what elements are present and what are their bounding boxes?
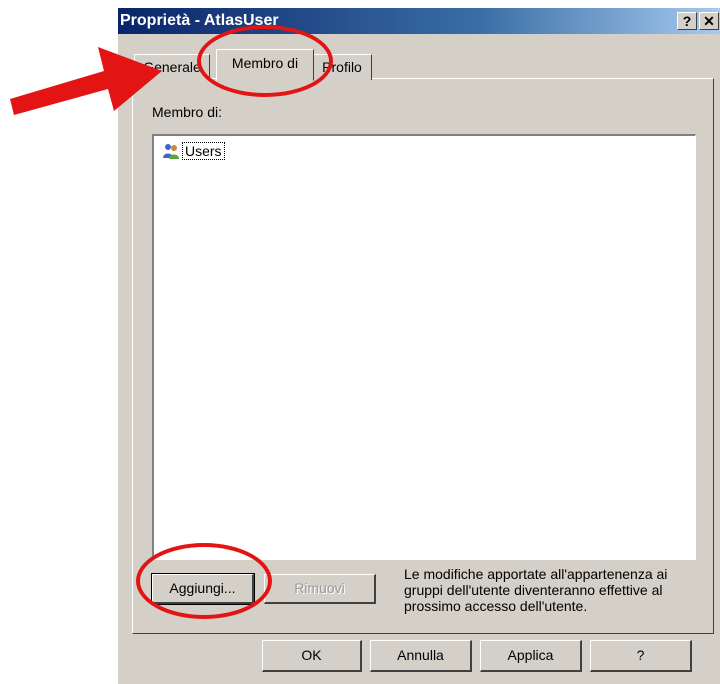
close-button[interactable]: ✕ xyxy=(699,12,719,30)
close-icon: ✕ xyxy=(703,13,715,29)
info-note: Le modifiche apportate all'appartenenza … xyxy=(404,566,710,614)
highlight-ring-add xyxy=(136,543,272,619)
help-button[interactable]: ? xyxy=(677,12,697,30)
info-note-text: Le modifiche apportate all'appartenenza … xyxy=(404,566,668,614)
cancel-button[interactable]: Annulla xyxy=(370,640,472,672)
remove-button[interactable]: Rimuovi xyxy=(264,574,376,604)
annotation-arrow-icon xyxy=(10,47,162,115)
group-list[interactable]: Users xyxy=(152,134,696,560)
ok-button[interactable]: OK xyxy=(262,640,362,672)
apply-button[interactable]: Applica xyxy=(480,640,582,672)
list-item-label: Users xyxy=(182,142,225,160)
highlight-ring-tab xyxy=(197,25,333,97)
footer-help-button[interactable]: ? xyxy=(590,640,692,672)
title-bar[interactable]: Proprietà - AtlasUser ? ✕ xyxy=(118,8,720,34)
